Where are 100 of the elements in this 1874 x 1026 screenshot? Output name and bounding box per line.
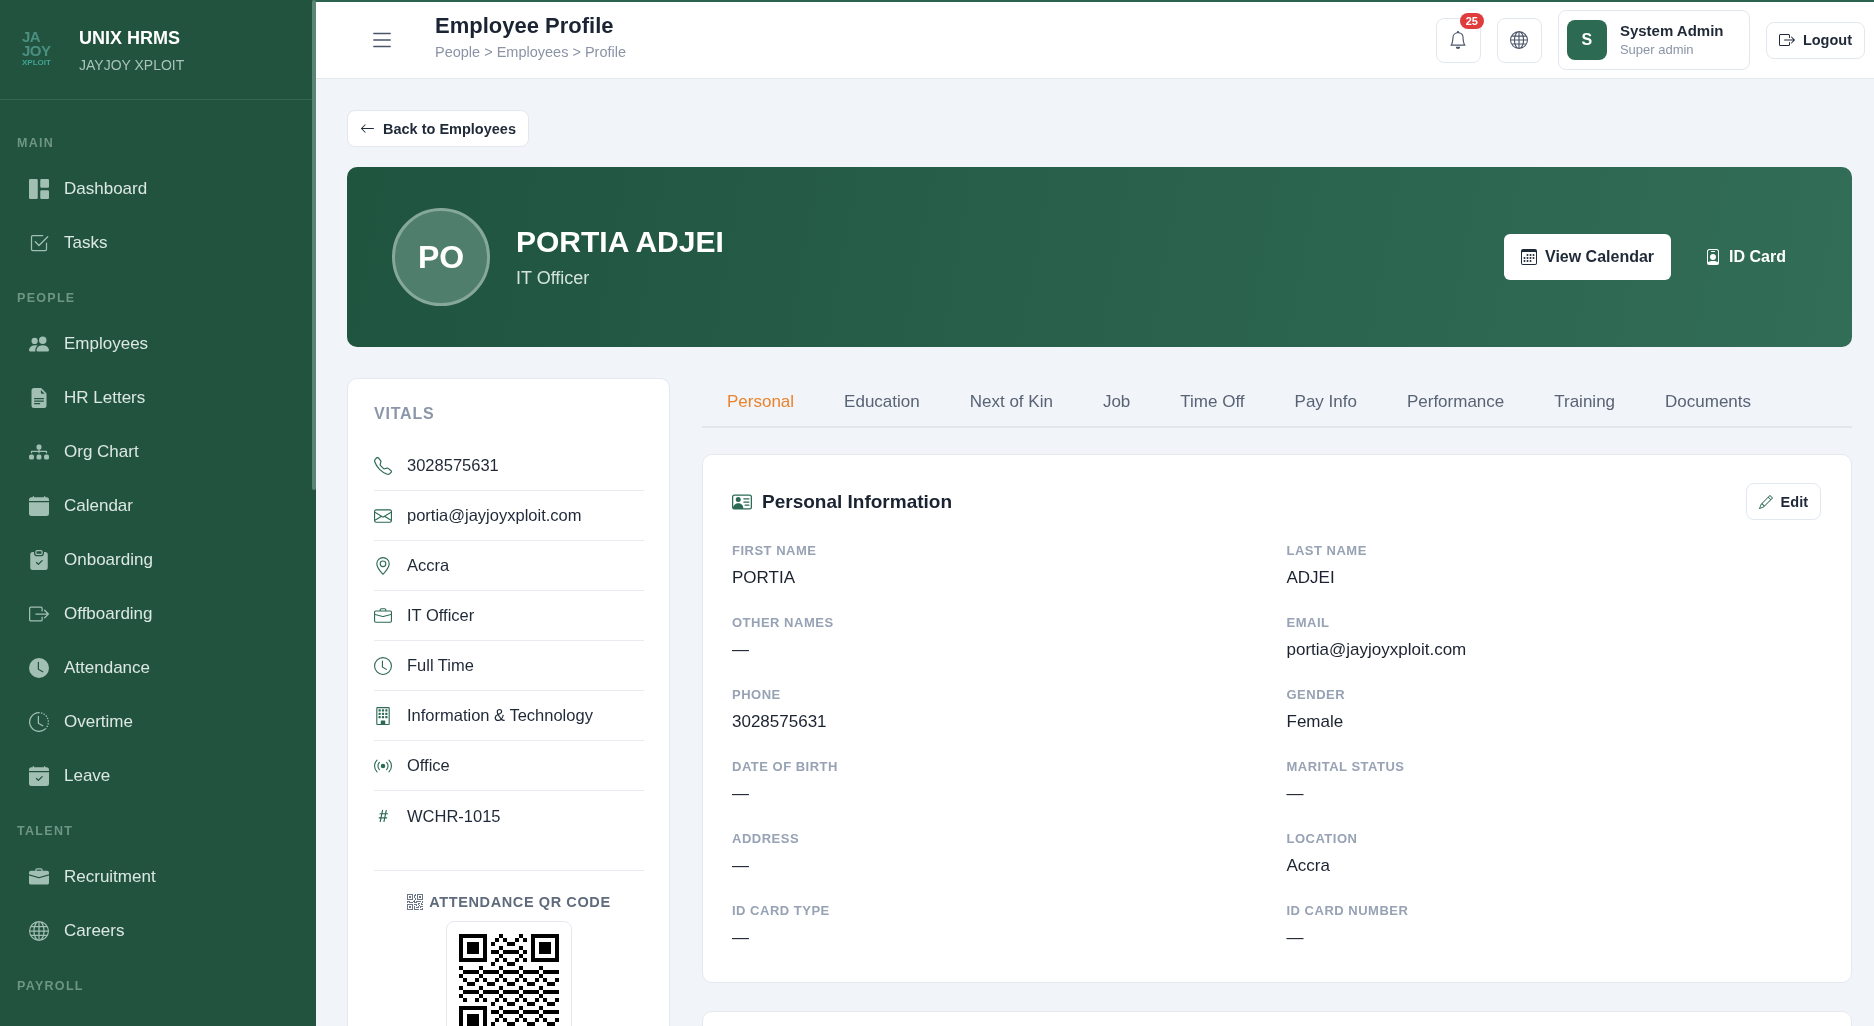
field-label: ID CARD TYPE <box>732 903 830 919</box>
exit-arrow-icon <box>1778 32 1795 48</box>
id-card-button[interactable]: ID Card <box>1689 234 1802 280</box>
field-label: PHONE <box>732 687 781 703</box>
field-label: MARITAL STATUS <box>1286 759 1405 775</box>
nav-item[interactable]: Onboarding <box>17 533 299 587</box>
section-label: MAIN <box>17 135 56 152</box>
scrollbar-thumb[interactable] <box>312 0 316 490</box>
field-value: portia@jayjoyxploit.com <box>1286 639 1467 661</box>
field-value: — <box>1286 783 1304 805</box>
field-value: ADJEI <box>1286 567 1335 589</box>
field-value: PORTIA <box>732 567 795 589</box>
vital-value: Office <box>407 756 450 775</box>
vital-value: IT Officer <box>407 606 475 625</box>
briefcase-icon <box>374 606 392 625</box>
dashboard-icon <box>29 179 49 199</box>
nav-item[interactable]: Org Chart <box>17 425 299 479</box>
section-label: PAYROLL <box>17 978 85 995</box>
back-button[interactable]: Back to Employees <box>347 110 529 147</box>
nav-item[interactable]: Tasks <box>17 216 299 270</box>
badge-icon <box>1705 249 1722 265</box>
clock-history-icon <box>29 712 49 732</box>
tab[interactable]: Pay Info <box>1269 378 1382 426</box>
user-name: System Admin <box>1619 21 1724 41</box>
briefcase-icon <box>29 867 49 887</box>
calendar-check-icon <box>29 766 49 786</box>
nav-item[interactable]: Offboarding <box>17 587 299 641</box>
field-value: — <box>732 783 749 805</box>
arrow-left-icon <box>360 121 375 136</box>
people-icon <box>29 334 49 354</box>
building-icon <box>374 706 392 725</box>
calendar-icon <box>1521 249 1537 265</box>
nav-item[interactable]: Calendar <box>17 479 299 533</box>
clock-icon <box>374 656 392 675</box>
field-value: — <box>732 855 749 877</box>
nav-item[interactable]: Attendance <box>17 641 299 695</box>
app-title: UNIX HRMS <box>79 27 181 50</box>
section-label: TALENT <box>17 823 75 840</box>
field-label: GENDER <box>1286 687 1346 703</box>
field-value: — <box>1286 927 1304 949</box>
field-label: EMAIL <box>1286 615 1330 631</box>
nav-item[interactable]: Leave <box>17 749 299 803</box>
nav-item[interactable]: Dashboard <box>17 162 299 216</box>
field-label: ID CARD NUMBER <box>1286 903 1409 919</box>
company-name: JAYJOY XPLOIT <box>79 56 185 75</box>
field-label: LAST NAME <box>1286 543 1367 559</box>
field-label: DATE OF BIRTH <box>732 759 838 775</box>
checkbox-icon <box>29 233 49 253</box>
nav-item[interactable]: HR Letters <box>17 371 299 425</box>
map-pin-icon <box>374 556 392 575</box>
field-value: — <box>732 639 749 661</box>
nav-item[interactable]: Employees <box>17 317 299 371</box>
tab[interactable]: Training <box>1529 378 1641 426</box>
user-avatar: S <box>1566 20 1607 60</box>
pencil-icon <box>1758 494 1773 509</box>
clock-icon <box>29 658 49 678</box>
field-value: Accra <box>1286 855 1330 877</box>
vital-value: Information & Technology <box>407 706 593 725</box>
vital-value: Accra <box>407 556 450 575</box>
vital-value: WCHR-1015 <box>407 806 501 826</box>
page-title: Employee Profile <box>435 12 615 40</box>
job-title: IT Officer <box>516 267 591 290</box>
clipboard-check-icon <box>29 550 49 570</box>
nav-item[interactable]: Recruitment <box>17 850 299 904</box>
tab[interactable]: Education <box>819 378 945 426</box>
section-label: PEOPLE <box>17 290 77 307</box>
field-label: OTHER NAMES <box>732 615 834 631</box>
vital-value: 3028575631 <box>407 456 499 475</box>
vital-value: Full Time <box>407 656 474 675</box>
tab[interactable]: Next of Kin <box>944 378 1078 426</box>
logout-button[interactable]: Logout <box>1765 21 1865 59</box>
field-value: 3028575631 <box>732 711 827 733</box>
edit-button[interactable]: Edit <box>1745 483 1821 520</box>
profile-avatar: PO <box>392 208 490 306</box>
employee-name: PORTIA ADJEI <box>516 224 724 260</box>
field-label: FIRST NAME <box>732 543 817 559</box>
tab[interactable]: Time Off <box>1155 378 1270 426</box>
phone-icon <box>374 456 392 475</box>
calendar-icon <box>29 496 49 516</box>
field-label: LOCATION <box>1286 831 1358 847</box>
nav-item[interactable]: Careers <box>17 904 299 958</box>
document-icon <box>29 388 49 408</box>
view-calendar-button[interactable]: View Calendar <box>1504 234 1672 280</box>
nav-item[interactable]: Overtime <box>17 695 299 749</box>
language-button[interactable] <box>1496 17 1542 63</box>
vital-value: portia@jayjoyxploit.com <box>407 506 582 525</box>
user-role: Super admin <box>1619 41 1695 59</box>
user-menu[interactable]: S System Admin Super admin <box>1557 10 1750 70</box>
tab[interactable]: Performance <box>1381 378 1530 426</box>
field-value: Female <box>1286 711 1344 733</box>
globe-icon <box>29 921 49 941</box>
tab[interactable]: Documents <box>1640 378 1777 426</box>
qr-code-icon <box>407 894 424 910</box>
globe-icon <box>1510 31 1529 49</box>
field-label: ADDRESS <box>732 831 800 847</box>
bell-icon <box>1449 31 1468 49</box>
org-chart-icon <box>29 442 49 462</box>
tab[interactable]: Job <box>1077 378 1156 426</box>
brand-logo: JA JOY XPLOIT <box>22 30 52 67</box>
envelope-icon <box>374 506 392 525</box>
